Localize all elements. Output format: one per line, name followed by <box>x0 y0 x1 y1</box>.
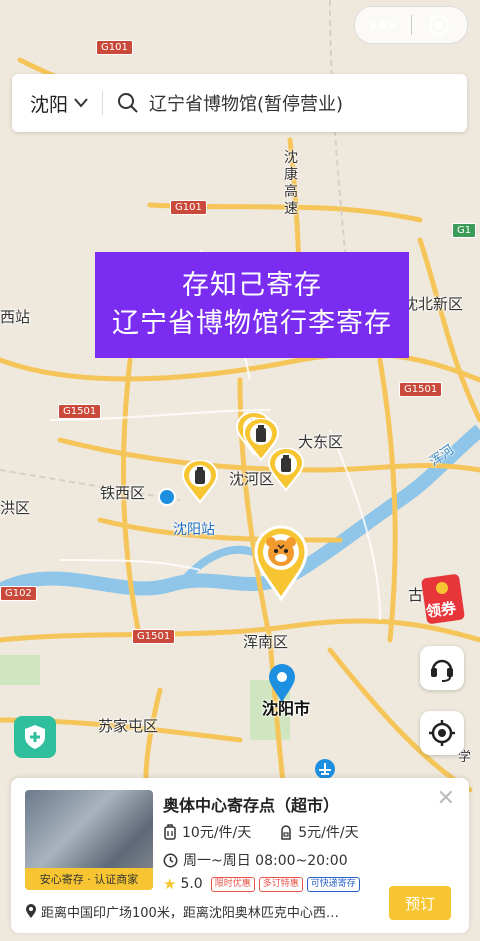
road-badge-g1501: G1501 <box>399 382 443 397</box>
city-selector[interactable]: 沈阳 <box>30 90 88 117</box>
storage-point-card[interactable]: 安心寄存 · 认证商家 奥体中心寄存点（超市） ✕ 10元/件/天 5元/件/天… <box>11 778 469 933</box>
headset-icon <box>431 659 453 682</box>
map-label-yuhong: 洪区 <box>0 499 31 517</box>
map-label-tiexi: 铁西区 <box>100 484 146 502</box>
express-storage-tag: 可快递寄存 <box>306 876 360 892</box>
promo-banner: 存知己寄存 辽宁省博物馆行李寄存 <box>95 252 409 358</box>
city-label: 沈阳 <box>30 93 69 116</box>
price-row: 10元/件/天 5元/件/天 <box>163 822 359 842</box>
road-badge-g102: G102 <box>0 586 37 601</box>
opening-hours: 周一~周日 08:00~20:00 <box>183 853 348 869</box>
banner-line-1: 存知己寄存 <box>182 270 322 301</box>
storage-pin-icon[interactable] <box>181 460 219 504</box>
search-divider <box>102 91 104 115</box>
luggage-icon <box>164 824 176 840</box>
map-label-sujiatun: 苏家屯区 <box>98 717 159 735</box>
train-station-icon <box>158 488 176 506</box>
road-badge-g1: G1 <box>452 223 477 238</box>
crosshair-icon <box>429 720 455 746</box>
map-label-shenbei: 沈北新区 <box>403 295 464 313</box>
map-label-hunnan: 浑南区 <box>243 633 289 651</box>
coupon-button[interactable]: 领券 <box>420 572 470 626</box>
airport-icon <box>315 759 335 779</box>
hours-row: 周一~周日 08:00~20:00 <box>163 850 348 870</box>
coupon-label: 领券 <box>424 598 458 621</box>
address-row: 距离中国印广场100米，距离沈阳奥林匹克中心西… <box>25 902 375 921</box>
selected-location-tiger-pin-icon[interactable] <box>253 525 309 601</box>
search-icon <box>118 93 138 113</box>
more-button[interactable] <box>355 7 411 43</box>
storage-pin-icon[interactable] <box>267 448 305 492</box>
book-button[interactable]: 预订 <box>389 886 451 920</box>
luggage-price: 10元/件/天 <box>182 825 252 841</box>
search-bar: 沈阳 辽宁省博物馆(暂停营业) <box>12 74 467 132</box>
multi-order-tag: 多订特惠 <box>258 876 303 892</box>
storage-point-title: 奥体中心寄存点（超市） <box>163 796 340 815</box>
locate-me-button[interactable] <box>420 711 464 755</box>
miniprogram-capsule <box>354 6 468 44</box>
backpack-icon <box>281 825 291 840</box>
limited-offer-tag: 限时优惠 <box>210 876 255 892</box>
rating-row: ★ 5.0 限时优惠 多订特惠 可快递寄存 <box>163 875 360 893</box>
close-miniprogram-button[interactable] <box>412 7 468 43</box>
certified-merchant-tag: 安心寄存 · 认证商家 <box>25 868 153 890</box>
location-marker-icon <box>269 664 295 702</box>
road-badge-g1501: G1501 <box>58 404 102 419</box>
map-label-shenyang-station: 沈阳站 <box>173 522 215 538</box>
location-pin-icon <box>26 904 36 918</box>
road-badge-g101: G101 <box>96 40 133 55</box>
chevron-down-icon <box>74 98 88 108</box>
banner-line-2: 辽宁省博物馆行李寄存 <box>112 308 392 339</box>
target-circle-icon <box>429 14 450 36</box>
search-input[interactable]: 辽宁省博物馆(暂停营业) <box>149 90 343 116</box>
road-badge-g1501: G1501 <box>132 629 176 644</box>
more-dots-icon <box>369 21 396 29</box>
road-badge-g101: G101 <box>170 200 207 215</box>
address-text: 距离中国印广场100米，距离沈阳奥林匹克中心西… <box>41 906 339 921</box>
rating-value: 5.0 <box>180 876 203 892</box>
bag-price: 5元/件/天 <box>298 825 359 841</box>
star-icon: ★ <box>163 875 177 893</box>
map-label-shenkang: 沈康高速 <box>284 150 298 217</box>
clock-icon <box>163 853 178 867</box>
close-icon[interactable]: ✕ <box>437 786 455 811</box>
storage-point-photo[interactable]: 安心寄存 · 认证商家 <box>25 790 153 890</box>
map-label-west-station: 西站 <box>0 308 31 326</box>
shield-plus-icon <box>25 725 45 749</box>
customer-service-button[interactable] <box>420 646 464 690</box>
safety-button[interactable] <box>14 716 56 758</box>
